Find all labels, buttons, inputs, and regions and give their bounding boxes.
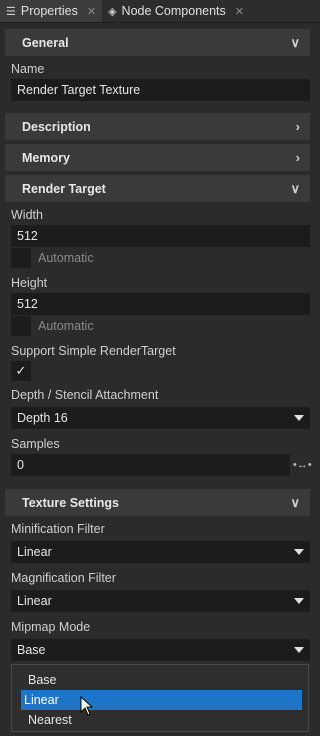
min-filter-label: Minification Filter [11,522,105,536]
sliders-icon: ☰ [6,5,16,18]
section-description[interactable]: Description › [5,113,310,140]
mag-filter-value: Linear [17,594,52,608]
tab-properties-label: Properties [20,4,78,18]
depth-value: Depth 16 [17,411,68,425]
chevron-down-icon: ∨ [290,494,300,510]
chevron-down-icon: ∨ [290,180,300,196]
section-description-title: Description [22,119,91,134]
chevron-right-icon: › [295,119,300,134]
mipmap-dropdown[interactable]: Base [11,639,310,661]
width-automatic-label: Automatic [38,251,94,265]
dropdown-arrow-icon [294,647,304,653]
min-filter-value: Linear [17,545,52,559]
mouse-pointer-icon [80,696,94,716]
samples-label: Samples [11,437,60,451]
name-label: Name [11,62,45,76]
mipmap-label: Mipmap Mode [11,620,91,634]
support-simple-label: Support Simple RenderTarget [11,344,176,358]
height-automatic-label: Automatic [38,319,94,333]
dropdown-arrow-icon [294,598,304,604]
section-render-target-title: Render Target [22,181,106,196]
properties-panel: General ∨ Name Render Target Texture Des… [0,23,320,736]
height-label: Height [11,276,48,290]
mag-filter-label: Magnification Filter [11,571,116,585]
height-field[interactable]: 512 [11,293,310,315]
width-automatic-checkbox[interactable] [11,248,31,268]
tab-properties[interactable]: ☰ Properties ✕ [0,0,103,22]
option-nearest[interactable]: Nearest [18,710,302,730]
option-base[interactable]: Base [18,670,302,690]
width-label: Width [11,208,43,222]
chevron-right-icon: › [295,150,300,165]
depth-dropdown[interactable]: Depth 16 [11,407,310,429]
tab-bar: ☰ Properties ✕ ◈ Node Components ✕ [0,0,320,23]
section-general-title: General [22,35,69,50]
height-automatic-checkbox[interactable] [11,316,31,336]
node-components-icon: ◈ [108,5,117,18]
tab-node-components-label: Node Components [121,4,226,18]
mag-filter-dropdown[interactable]: Linear [11,590,310,612]
section-texture-settings[interactable]: Texture Settings ∨ [5,489,310,516]
dropdown-arrow-icon [294,415,304,421]
section-general[interactable]: General ∨ [5,29,310,56]
dropdown-arrow-icon [294,549,304,555]
section-memory-title: Memory [22,150,70,165]
name-field[interactable]: Render Target Texture [11,79,310,101]
mipmap-value: Base [17,643,46,657]
close-icon[interactable]: ✕ [87,5,96,18]
chevron-down-icon: ∨ [290,34,300,50]
samples-field[interactable]: 0 [11,454,290,476]
width-field[interactable]: 512 [11,225,310,247]
option-linear[interactable]: Linear [21,690,302,710]
checkmark-icon: ✓ [15,363,27,378]
mipmap-options-popup: Base Linear Nearest [11,664,309,732]
depth-label: Depth / Stencil Attachment [11,388,159,402]
tab-node-components[interactable]: ◈ Node Components ✕ [102,0,250,22]
support-simple-checkbox[interactable]: ✓ [11,361,31,381]
drag-adjust-icon[interactable]: •↔• [293,459,312,471]
section-render-target[interactable]: Render Target ∨ [5,175,310,202]
close-icon[interactable]: ✕ [235,5,244,18]
section-texture-settings-title: Texture Settings [22,495,120,510]
min-filter-dropdown[interactable]: Linear [11,541,310,563]
section-memory[interactable]: Memory › [5,144,310,171]
